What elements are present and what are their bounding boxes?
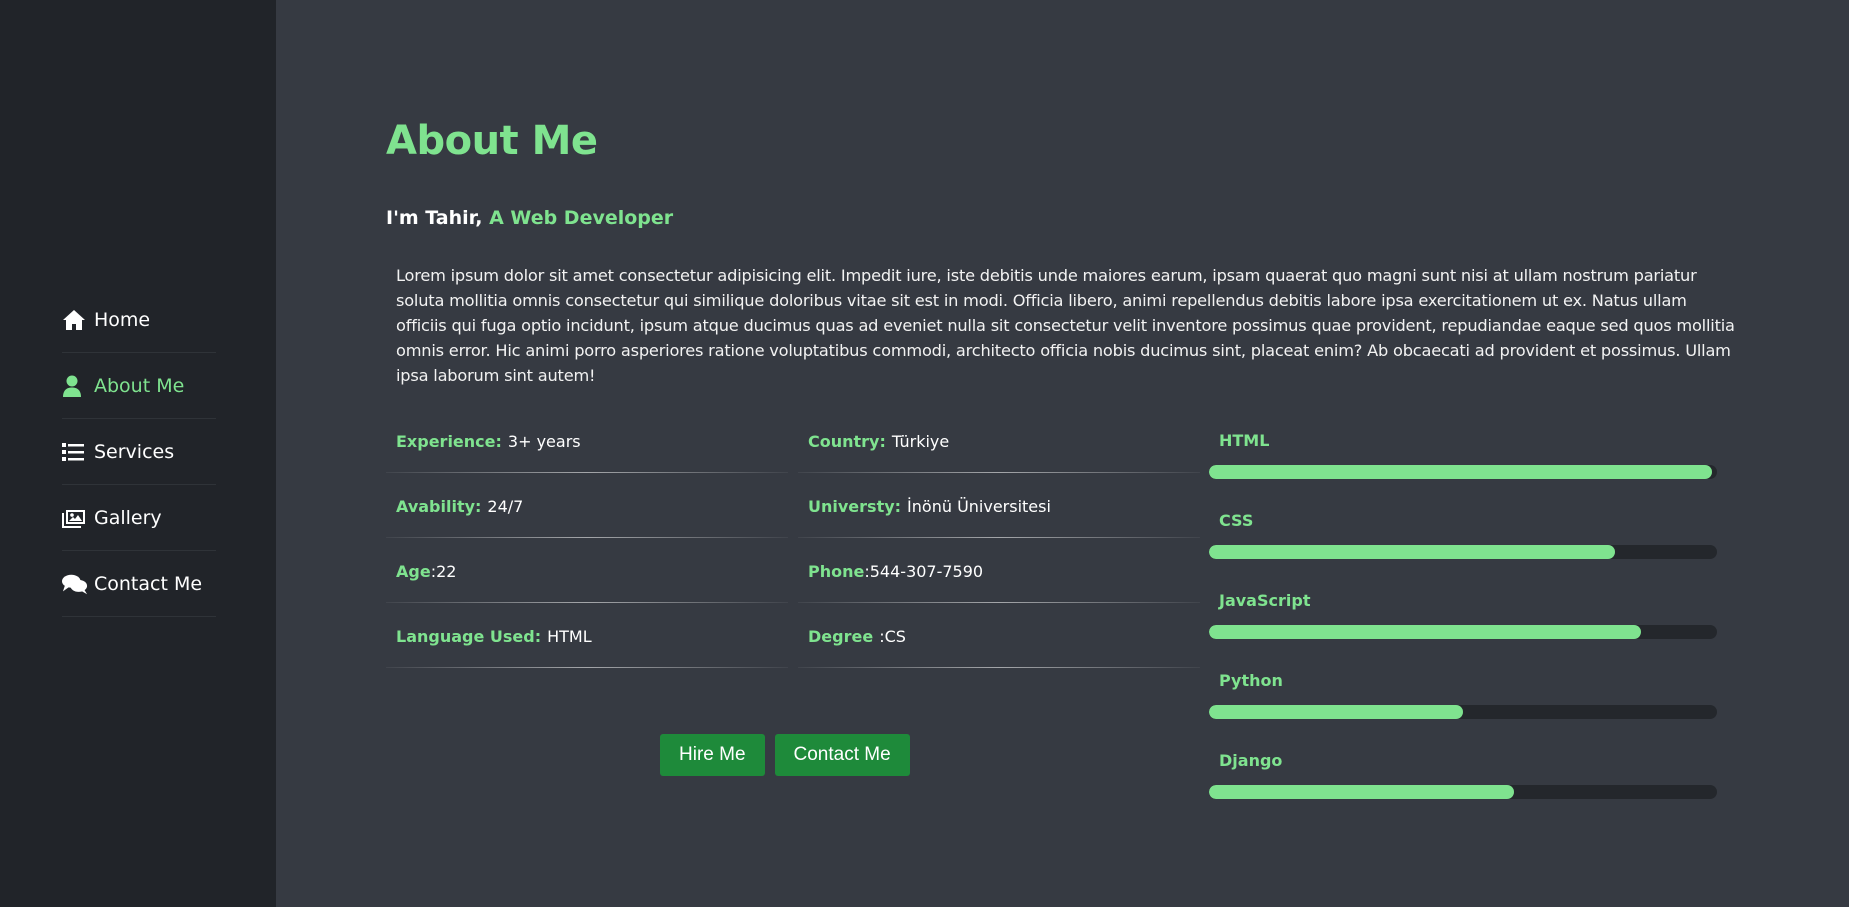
info-value: :544-307-7590	[864, 561, 984, 581]
info-value: 24/7	[487, 496, 524, 516]
info-age: Age :22	[386, 539, 798, 604]
info-value: :22	[430, 561, 457, 581]
info-grid: Experience: 3+ years Country: Türkiye Av…	[386, 409, 1210, 669]
sidebar-item-label: Home	[94, 308, 151, 331]
info-key: Universty:	[808, 496, 902, 516]
skill-python: Python	[1209, 665, 1719, 745]
about-section: About Me I'm Tahir, A Web Developer Lore…	[276, 0, 1849, 907]
skill-progress-bar	[1209, 785, 1514, 799]
sidebar-item-label: Services	[94, 440, 175, 463]
info-value: :CS	[879, 626, 906, 646]
skill-name: JavaScript	[1219, 591, 1311, 610]
info-key: Country:	[808, 431, 886, 451]
skill-name: HTML	[1219, 431, 1270, 450]
info-key: Avability:	[396, 496, 482, 516]
skill-progress-track	[1209, 785, 1717, 799]
sidebar-item-gallery[interactable]: Gallery	[62, 485, 216, 551]
skill-css: CSS	[1209, 505, 1719, 585]
skills-list: HTML CSS JavaScript Python Django	[1209, 425, 1719, 825]
action-buttons: Hire Me Contact Me	[660, 734, 910, 776]
info-experience: Experience: 3+ years	[386, 409, 798, 474]
sidebar-item-about-me[interactable]: About Me	[62, 353, 216, 419]
skill-progress-bar	[1209, 625, 1641, 639]
sidebar-item-label: About Me	[94, 374, 185, 397]
skill-name: CSS	[1219, 511, 1254, 530]
info-value: Türkiye	[891, 431, 950, 451]
info-country: Country: Türkiye	[798, 409, 1210, 474]
intro-name: I'm Tahir,	[386, 207, 483, 229]
sidebar: Home About Me Services Gallery Contact M…	[0, 0, 276, 907]
skill-progress-bar	[1209, 545, 1616, 559]
home-icon	[62, 307, 88, 333]
skill-progress-bar	[1209, 465, 1712, 479]
sidebar-item-home[interactable]: Home	[62, 287, 216, 353]
info-value: 3+ years	[507, 431, 581, 451]
hire-me-button[interactable]: Hire Me	[660, 734, 765, 776]
sidebar-item-services[interactable]: Services	[62, 419, 216, 485]
info-availability: Avability: 24/7	[386, 474, 798, 539]
skill-django: Django	[1209, 745, 1719, 825]
info-key: Language Used:	[396, 626, 542, 646]
sidebar-nav: Home About Me Services Gallery Contact M…	[62, 287, 216, 617]
info-degree: Degree :CS	[798, 604, 1210, 669]
sidebar-item-label: Gallery	[94, 506, 162, 529]
sidebar-item-contact-me[interactable]: Contact Me	[62, 551, 216, 617]
skill-name: Python	[1219, 671, 1283, 690]
skill-progress-track	[1209, 625, 1717, 639]
user-icon	[62, 373, 88, 399]
sidebar-item-label: Contact Me	[94, 572, 203, 595]
info-key: Age	[396, 561, 431, 581]
list-icon	[62, 439, 88, 465]
skill-progress-bar	[1209, 705, 1463, 719]
info-key: Degree	[808, 626, 874, 646]
info-key: Experience:	[396, 431, 502, 451]
contact-me-button[interactable]: Contact Me	[774, 734, 910, 776]
skill-html: HTML	[1209, 425, 1719, 505]
info-value: HTML	[547, 626, 592, 646]
skill-progress-track	[1209, 545, 1717, 559]
skill-name: Django	[1219, 751, 1283, 770]
skill-progress-track	[1209, 465, 1717, 479]
info-key: Phone	[808, 561, 865, 581]
skill-javascript: JavaScript	[1209, 585, 1719, 665]
intro-heading: I'm Tahir, A Web Developer	[386, 207, 673, 229]
intro-role: A Web Developer	[489, 207, 674, 229]
info-university: Universty: İnönü Üniversitesi	[798, 474, 1210, 539]
images-icon	[62, 505, 88, 531]
page-title: About Me	[386, 118, 598, 164]
bio-paragraph: Lorem ipsum dolor sit amet consectetur a…	[396, 266, 1735, 385]
skill-progress-track	[1209, 705, 1717, 719]
info-language: Language Used: HTML	[386, 604, 798, 669]
info-phone: Phone :544-307-7590	[798, 539, 1210, 604]
comments-icon	[62, 571, 88, 597]
info-value: İnönü Üniversitesi	[907, 496, 1051, 516]
